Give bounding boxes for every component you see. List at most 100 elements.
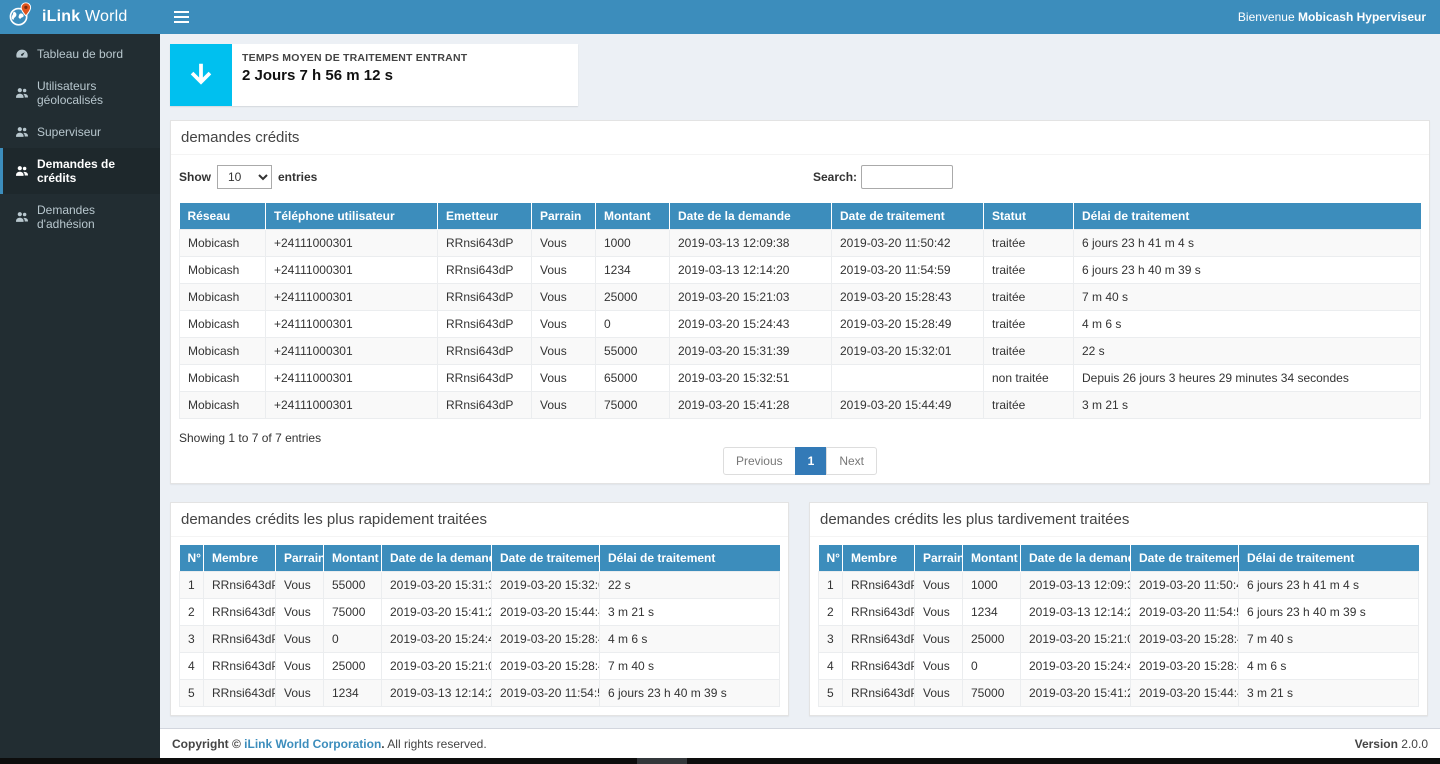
table-cell: Vous [276, 626, 324, 653]
search-input[interactable] [861, 165, 953, 189]
table-cell: 22 s [1074, 338, 1421, 365]
table-cell: 7 m 40 s [1239, 626, 1419, 653]
column-header[interactable]: Réseau [180, 203, 266, 230]
table-cell: RRnsi643dP [204, 626, 276, 653]
table-row: 2RRnsi643dPVous750002019-03-20 15:41:282… [180, 599, 780, 626]
sidebar-item-demandes-adhesion[interactable]: Demandes d'adhésion [0, 194, 160, 240]
credits-panel: demandes crédits Show 10 entries Search: [170, 120, 1430, 484]
pagination: Previous 1 Next [179, 447, 1421, 475]
table-cell: non traitée [984, 365, 1074, 392]
fastest-table: N°MembreParrainMontantDate de la demande… [179, 545, 780, 707]
sidebar-item-tableau-de-bord[interactable]: Tableau de bord [0, 38, 160, 70]
sidebar-item-demandes-de-credits[interactable]: Demandes de crédits [0, 148, 160, 194]
sidebar-item-utilisateurs-geolocalises[interactable]: Utilisateurs géolocalisés [0, 70, 160, 116]
brand-title-bold: iLink [42, 8, 80, 25]
sidebar-toggle-button[interactable] [160, 0, 202, 34]
table-cell: 1234 [596, 257, 670, 284]
column-header: Parrain [915, 545, 963, 572]
table-cell: Vous [532, 257, 596, 284]
column-header: Montant [963, 545, 1021, 572]
column-header: N° [819, 545, 843, 572]
table-cell: 25000 [324, 653, 382, 680]
table-cell: 2019-03-20 15:31:39 [382, 572, 492, 599]
arrow-down-icon [170, 44, 232, 106]
column-header[interactable]: Date de la demande [670, 203, 832, 230]
column-header[interactable]: Montant [596, 203, 670, 230]
bottom-panels-row: demandes crédits les plus rapidement tra… [170, 502, 1430, 716]
table-cell: 2019-03-20 15:41:28 [382, 599, 492, 626]
table-row: 4RRnsi643dPVous02019-03-20 15:24:432019-… [819, 653, 1419, 680]
table-cell: Vous [276, 599, 324, 626]
slowest-table: N°MembreParrainMontantDate de la demande… [818, 545, 1419, 707]
table-summary: Showing 1 to 7 of 7 entries [179, 431, 1421, 445]
column-header: Parrain [276, 545, 324, 572]
column-header[interactable]: Téléphone utilisateur [266, 203, 438, 230]
user-menu[interactable]: Bienvenue Mobicash Hyperviseur [1224, 10, 1440, 24]
table-row: 5RRnsi643dPVous750002019-03-20 15:41:282… [819, 680, 1419, 707]
table-cell: RRnsi643dP [438, 230, 532, 257]
table-cell: traitée [984, 230, 1074, 257]
sidebar-item-superviseur[interactable]: Superviseur [0, 116, 160, 148]
table-cell: +24111000301 [266, 257, 438, 284]
table-cell: RRnsi643dP [843, 680, 915, 707]
column-header: N° [180, 545, 204, 572]
table-cell: Mobicash [180, 311, 266, 338]
table-cell: traitée [984, 338, 1074, 365]
column-header[interactable]: Emetteur [438, 203, 532, 230]
datatable-controls: Show 10 entries Search: [179, 165, 1421, 195]
column-header[interactable]: Date de traitement [832, 203, 984, 230]
column-header[interactable]: Statut [984, 203, 1074, 230]
table-cell: 1000 [596, 230, 670, 257]
credits-panel-body: Show 10 entries Search: RéseauTéléphone … [171, 155, 1429, 483]
fastest-panel-title: demandes crédits les plus rapidement tra… [171, 503, 788, 537]
column-header: Montant [324, 545, 382, 572]
table-cell: RRnsi643dP [204, 680, 276, 707]
pagination-page-1-button[interactable]: 1 [795, 447, 828, 475]
table-cell: traitée [984, 257, 1074, 284]
table-cell: 1 [819, 572, 843, 599]
table-cell: Mobicash [180, 284, 266, 311]
globe-pin-logo-icon [8, 2, 34, 33]
company-link[interactable]: iLink World Corporation [244, 737, 381, 751]
entries-label: entries [278, 170, 317, 184]
table-cell: 2019-03-20 11:54:59 [492, 680, 600, 707]
pagination-previous-button[interactable]: Previous [723, 447, 796, 475]
table-cell: 2019-03-20 11:54:59 [832, 257, 984, 284]
sidebar-item-label: Superviseur [37, 125, 101, 139]
table-cell: 6 jours 23 h 40 m 39 s [600, 680, 780, 707]
scrollbar-thumb[interactable] [637, 758, 687, 764]
table-cell: +24111000301 [266, 365, 438, 392]
table-cell: traitée [984, 284, 1074, 311]
table-cell: 6 jours 23 h 41 m 4 s [1239, 572, 1419, 599]
table-cell: 1000 [963, 572, 1021, 599]
table-cell: 3 [819, 626, 843, 653]
table-cell: 4 [180, 653, 204, 680]
table-cell: RRnsi643dP [204, 653, 276, 680]
table-cell: 6 jours 23 h 41 m 4 s [1074, 230, 1421, 257]
table-cell: 2019-03-20 11:50:42 [1131, 572, 1239, 599]
table-cell: 2019-03-13 12:14:20 [382, 680, 492, 707]
table-row: Mobicash+24111000301RRnsi643dPVous750002… [180, 392, 1421, 419]
page-length-select[interactable]: 10 [217, 165, 272, 189]
table-cell: 7 m 40 s [600, 653, 780, 680]
pagination-next-button[interactable]: Next [826, 447, 877, 475]
column-header: Délai de traitement [1239, 545, 1419, 572]
table-cell: Mobicash [180, 338, 266, 365]
table-cell: 2019-03-20 15:32:01 [492, 572, 600, 599]
brand[interactable]: iLink World [0, 0, 160, 34]
table-cell: Vous [276, 572, 324, 599]
stat-card-content: TEMPS MOYEN DE TRAITEMENT ENTRANT 2 Jour… [232, 44, 477, 106]
column-header[interactable]: Parrain [532, 203, 596, 230]
table-row: 2RRnsi643dPVous12342019-03-13 12:14:2020… [819, 599, 1419, 626]
table-cell: 22 s [600, 572, 780, 599]
users-icon [15, 164, 29, 178]
table-row: 5RRnsi643dPVous12342019-03-13 12:14:2020… [180, 680, 780, 707]
horizontal-scrollbar[interactable] [0, 758, 1440, 764]
table-cell: 2019-03-13 12:14:20 [1021, 599, 1131, 626]
header-row: RéseauTéléphone utilisateurEmetteurParra… [180, 203, 1421, 230]
users-icon [15, 125, 29, 139]
table-row: Mobicash+24111000301RRnsi643dPVous650002… [180, 365, 1421, 392]
column-header[interactable]: Délai de traitement [1074, 203, 1421, 230]
table-cell: traitée [984, 311, 1074, 338]
table-cell: 3 m 21 s [1074, 392, 1421, 419]
